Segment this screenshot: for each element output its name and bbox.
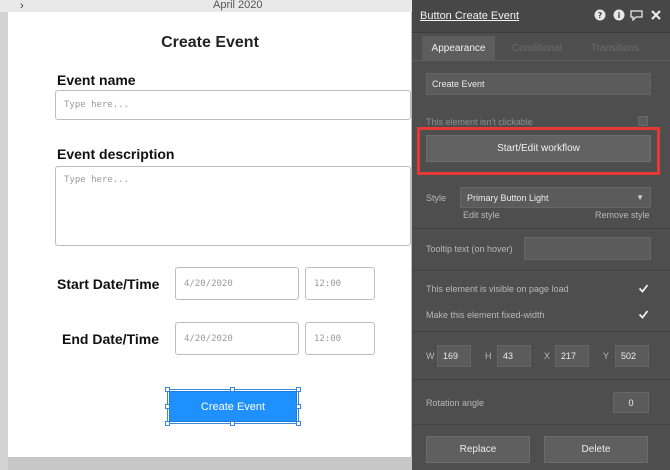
visible-on-load-checkbox[interactable]	[638, 283, 649, 294]
start-edit-workflow-button[interactable]: Start/Edit workflow	[426, 135, 651, 162]
divider	[412, 424, 670, 425]
tab-divider	[412, 60, 670, 61]
style-select[interactable]: Primary Button Light ▼	[460, 187, 651, 208]
element-name-input[interactable]: Create Event	[426, 73, 651, 95]
start-datetime-label: Start Date/Time	[57, 276, 160, 292]
y-value: 502	[621, 351, 637, 361]
rotation-label: Rotation angle	[426, 398, 485, 408]
fixed-width-label: Make this element fixed-width	[426, 310, 545, 320]
comment-icon[interactable]	[630, 9, 643, 22]
rotation-value: 0	[628, 397, 634, 408]
event-name-input[interactable]: Type here...	[55, 90, 411, 120]
divider	[412, 379, 670, 380]
divider	[412, 228, 670, 229]
x-value: 217	[561, 351, 577, 361]
height-input[interactable]: 43	[497, 345, 531, 367]
calendar-month-label: April 2020	[213, 0, 263, 11]
tooltip-input[interactable]	[524, 237, 651, 260]
tab-appearance[interactable]: Appearance	[422, 36, 495, 60]
tab-conditional[interactable]: Conditional	[504, 36, 570, 60]
y-input[interactable]: 502	[615, 345, 649, 367]
not-clickable-checkbox[interactable]	[638, 116, 648, 126]
page-background	[0, 12, 8, 470]
fixed-width-checkbox[interactable]	[638, 309, 649, 320]
end-date-input[interactable]: 4/20/2020	[175, 322, 299, 355]
event-name-label: Event name	[57, 72, 136, 88]
tooltip-label: Tooltip text (on hover)	[426, 244, 513, 254]
svg-text:?: ?	[598, 11, 603, 20]
end-datetime-label: End Date/Time	[62, 331, 159, 347]
event-description-placeholder: Type here...	[64, 175, 130, 185]
style-select-value: Primary Button Light	[467, 192, 549, 203]
visible-on-load-label: This element is visible on page load	[426, 284, 569, 294]
element-name-value: Create Event	[432, 79, 485, 89]
start-time-input[interactable]: 12:00	[305, 267, 375, 300]
width-value: 169	[443, 351, 459, 361]
create-event-button[interactable]: Create Event	[169, 391, 297, 422]
x-input[interactable]: 217	[555, 345, 589, 367]
rotation-input[interactable]: 0	[613, 392, 649, 413]
chevron-down-icon: ▼	[636, 193, 644, 202]
start-date-input[interactable]: 4/20/2020	[175, 267, 299, 300]
event-name-placeholder: Type here...	[64, 100, 130, 110]
event-description-input[interactable]: Type here...	[55, 166, 411, 246]
divider	[412, 331, 670, 332]
width-input[interactable]: 169	[437, 345, 471, 367]
height-value: 43	[503, 351, 514, 361]
close-icon[interactable]	[650, 9, 662, 21]
help-icon[interactable]: ?	[594, 9, 606, 21]
divider	[412, 270, 670, 271]
info-icon[interactable]: i	[613, 9, 625, 21]
end-time-value: 12:00	[314, 333, 342, 344]
x-label: X	[544, 351, 551, 361]
form-title: Create Event	[161, 34, 259, 51]
element-title[interactable]: Button Create Event	[420, 10, 519, 22]
end-time-input[interactable]: 12:00	[305, 322, 375, 355]
style-label: Style	[426, 193, 447, 203]
chevron-right-icon[interactable]: ›	[20, 0, 24, 12]
tab-transitions[interactable]: Transitions	[582, 36, 648, 60]
create-event-popup: Create Event Event name Type here... Eve…	[8, 12, 412, 457]
remove-style-link[interactable]: Remove style	[595, 210, 650, 220]
end-date-value: 4/20/2020	[184, 333, 233, 344]
property-editor-header: Button Create Event ? i	[412, 0, 670, 33]
y-label: Y	[603, 351, 610, 361]
property-editor: Button Create Event ? i Appearance Condi…	[412, 0, 670, 470]
start-time-value: 12:00	[314, 278, 342, 289]
width-label: W	[426, 351, 435, 361]
height-label: H	[485, 351, 492, 361]
svg-text:i: i	[618, 11, 621, 20]
delete-button[interactable]: Delete	[544, 436, 648, 463]
event-description-label: Event description	[57, 146, 175, 162]
not-clickable-label: This element isn't clickable	[426, 117, 533, 127]
edit-style-link[interactable]: Edit style	[463, 210, 500, 220]
start-date-value: 4/20/2020	[184, 278, 233, 289]
replace-button[interactable]: Replace	[426, 436, 530, 463]
